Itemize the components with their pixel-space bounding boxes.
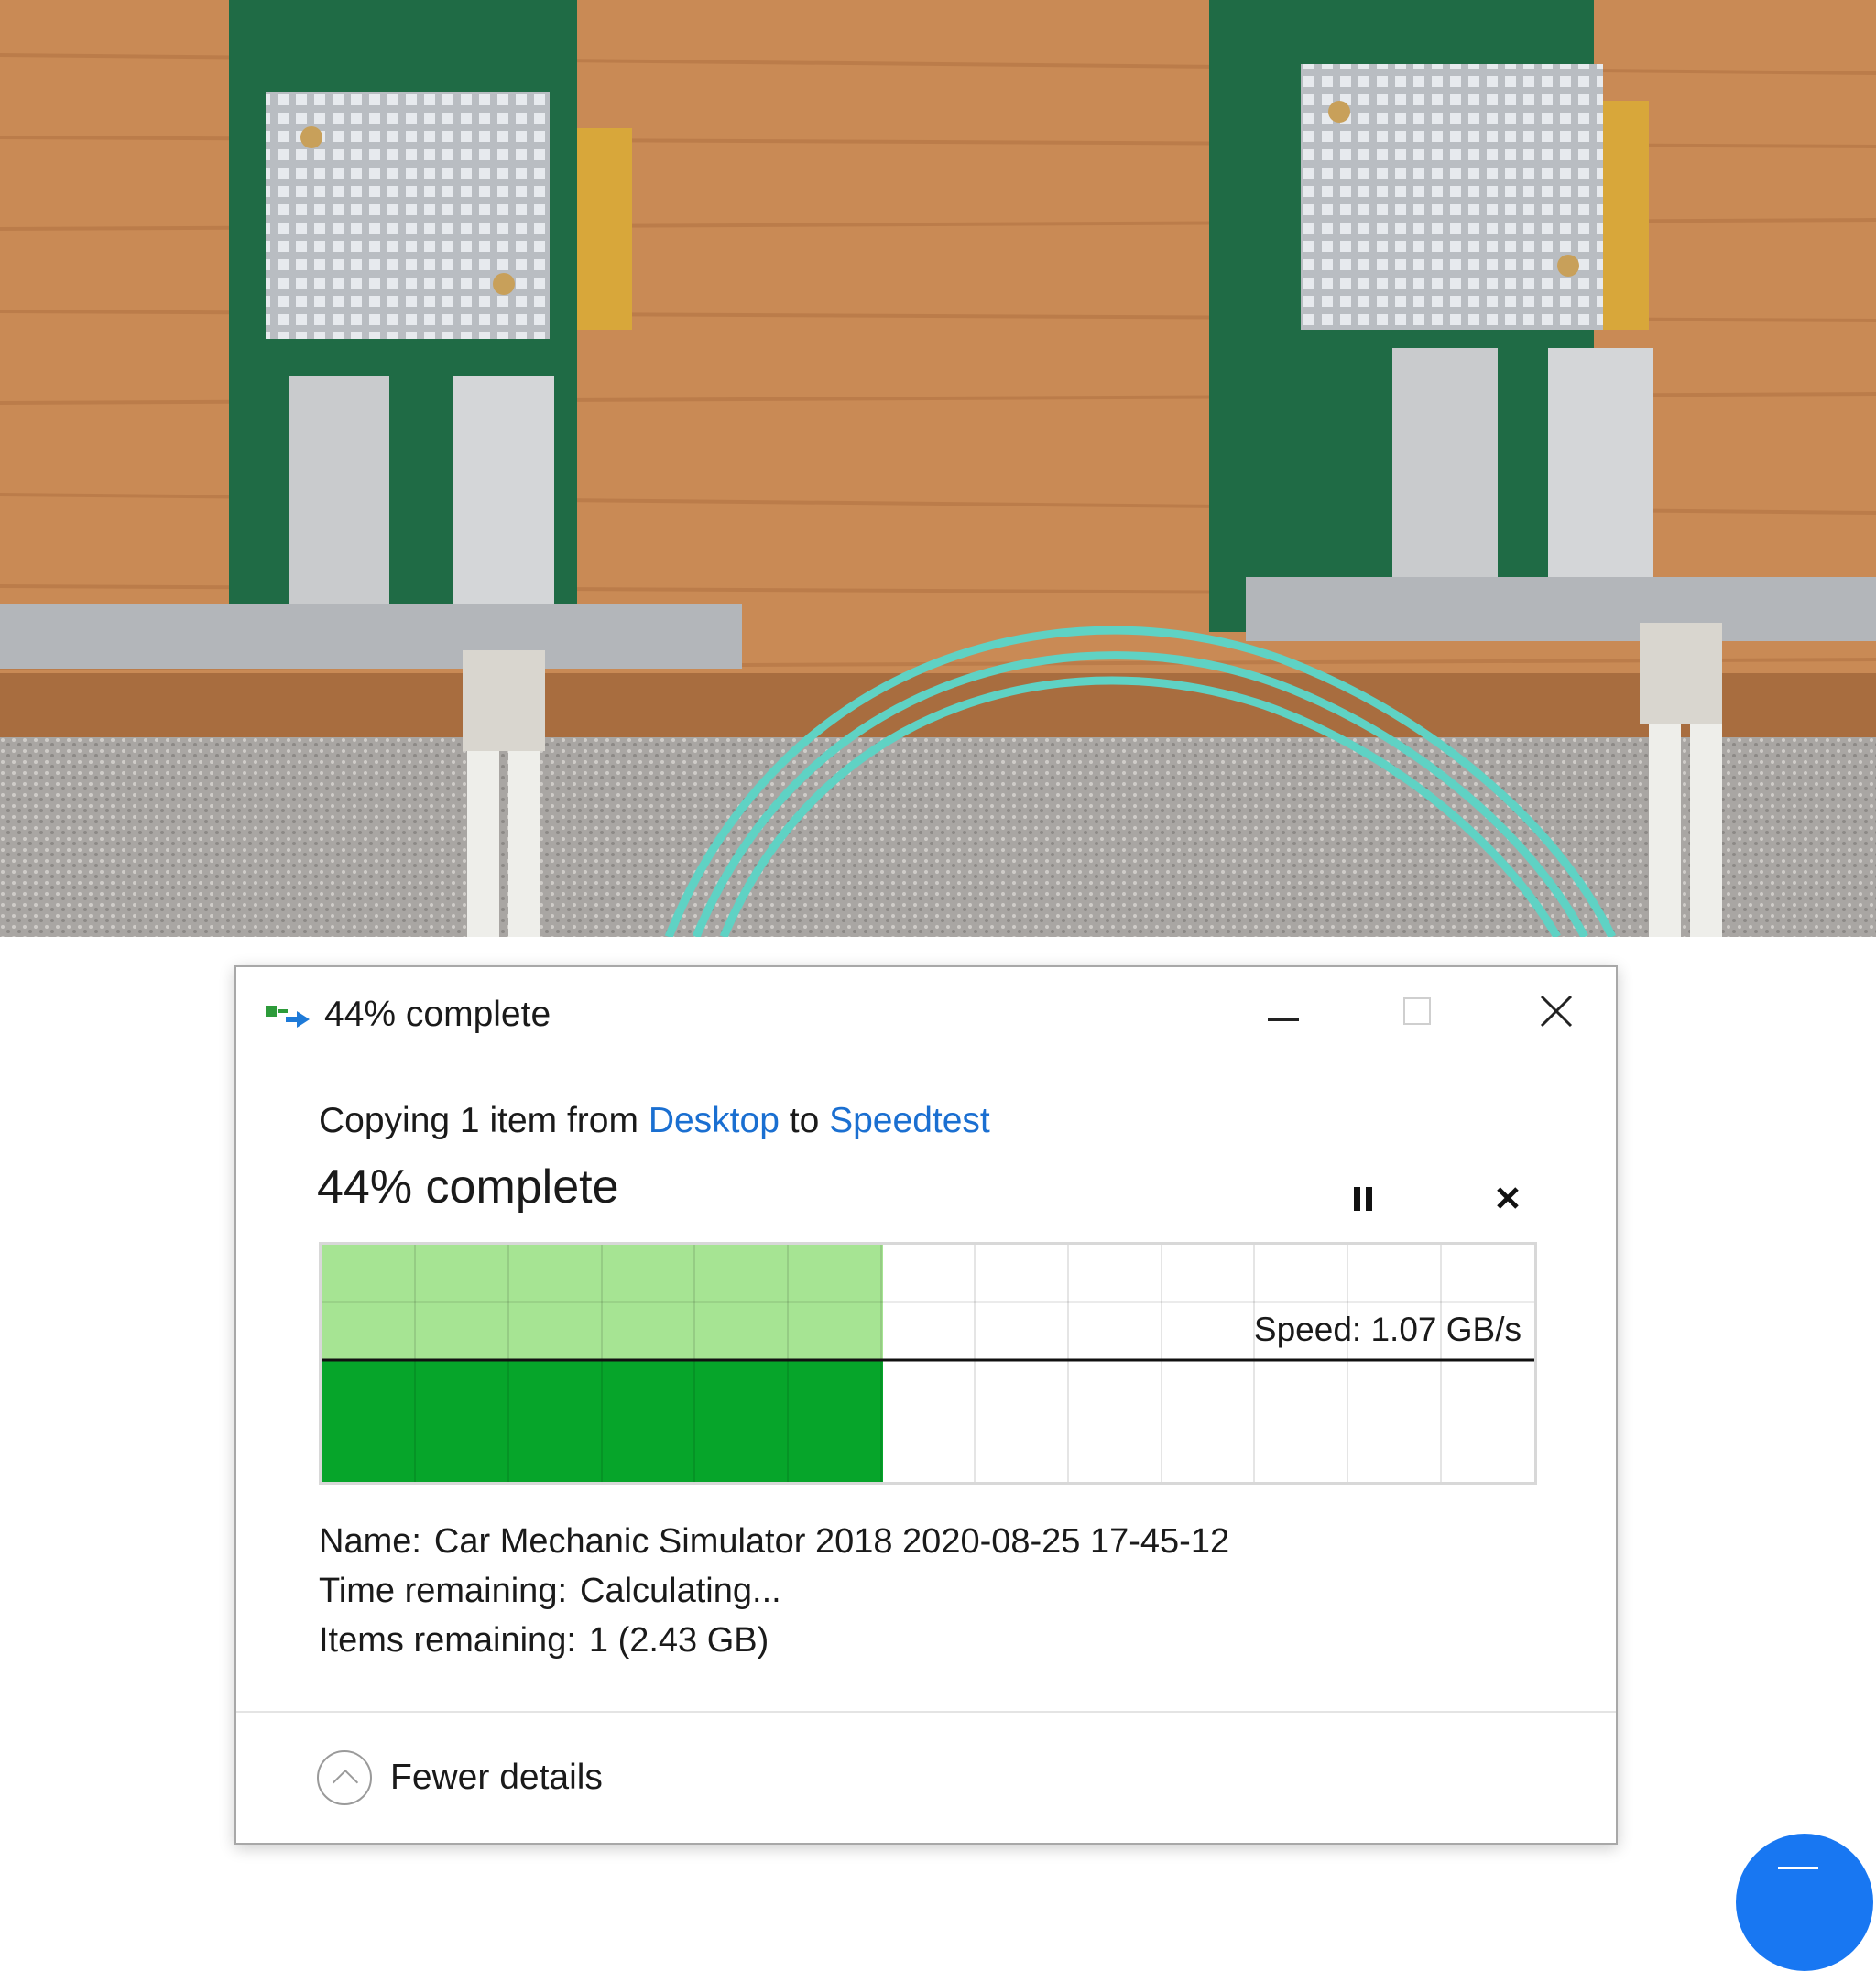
time-remaining-row: Time remaining: Calculating... [319, 1566, 1229, 1616]
progress-graph-chart [322, 1245, 1534, 1482]
speed-label: Speed: 1.07 GB/s [1253, 1311, 1522, 1348]
chevron-up-icon[interactable] [317, 1750, 372, 1805]
destination-link[interactable]: Speedtest [829, 1101, 990, 1140]
file-copy-icon [264, 1000, 311, 1037]
window-title: 44% complete [324, 995, 551, 1034]
file-copy-dialog: 44% complete Copying 1 item from Desktop… [234, 965, 1618, 1845]
items-remaining-label: Items remaining: [319, 1621, 576, 1660]
cancel-icon[interactable] [1480, 1171, 1535, 1225]
items-remaining-value: 1 (2.43 GB) [588, 1621, 769, 1660]
progress-label: 44% complete [317, 1160, 619, 1214]
copy-description: Copying 1 item from Desktop to Speedtest [319, 1101, 990, 1141]
copy-details: Name: Car Mechanic Simulator 2018 2020-08… [319, 1517, 1229, 1665]
time-remaining-value: Calculating... [580, 1572, 781, 1610]
time-remaining-label: Time remaining: [319, 1572, 568, 1610]
fewer-details-label[interactable]: Fewer details [390, 1758, 603, 1798]
floating-action-button[interactable] [1736, 1834, 1873, 1971]
copy-prefix: Copying 1 item from [319, 1101, 638, 1140]
footer-divider [236, 1711, 1616, 1713]
copy-connector: to [789, 1101, 820, 1140]
minimize-icon[interactable] [1251, 986, 1315, 1040]
source-link[interactable]: Desktop [649, 1101, 780, 1140]
name-label: Name: [319, 1522, 421, 1561]
close-icon[interactable] [1524, 982, 1588, 1042]
photo-illustration [0, 0, 1876, 937]
pause-icon[interactable] [1336, 1171, 1391, 1225]
progress-graph: Speed: 1.07 GB/s [319, 1242, 1537, 1485]
items-remaining-row: Items remaining: 1 (2.43 GB) [319, 1616, 1229, 1665]
fewer-details-button[interactable]: Fewer details [317, 1750, 603, 1805]
name-value: Car Mechanic Simulator 2018 2020-08-25 1… [433, 1522, 1230, 1561]
name-row: Name: Car Mechanic Simulator 2018 2020-08… [319, 1517, 1229, 1566]
maximize-icon[interactable] [1387, 986, 1451, 1040]
network-cards-photo [0, 0, 1876, 937]
